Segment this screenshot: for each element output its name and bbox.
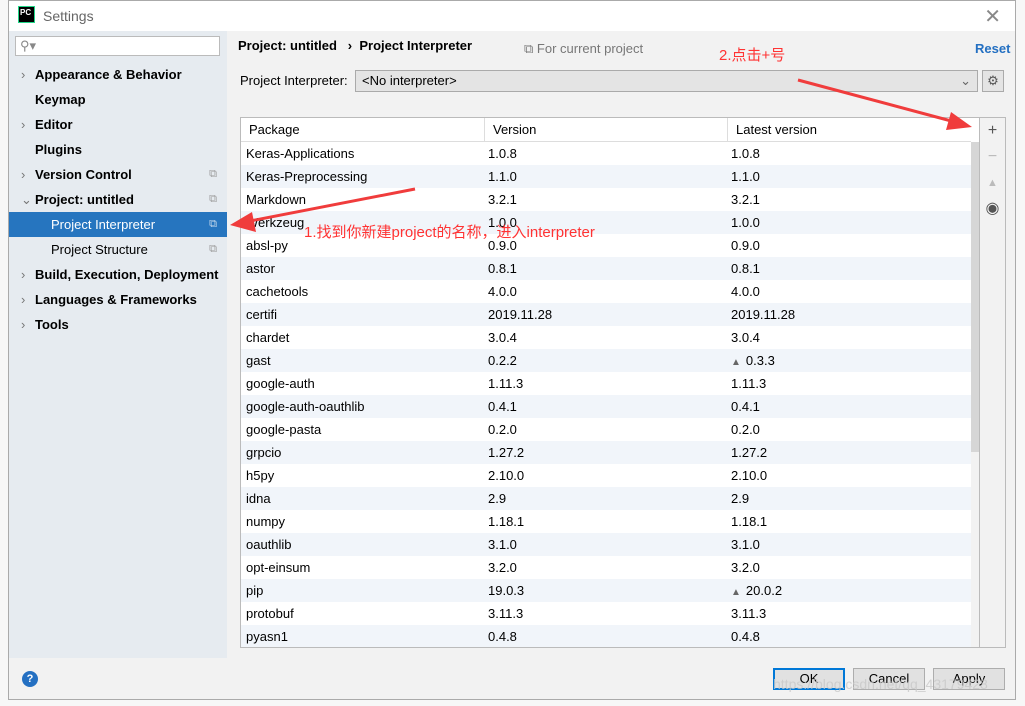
arrow-1-head xyxy=(230,212,256,232)
annotation-arrows xyxy=(230,78,972,232)
arrow-2 xyxy=(797,78,956,124)
watermark: https://blog.csdn.net/qq_43179428 xyxy=(773,676,988,692)
annotation-step1: 1.找到你新建project的名称，进入interpreter xyxy=(304,224,595,241)
annotation-step2: 2.点击+号 xyxy=(719,47,786,64)
arrow-1 xyxy=(244,187,416,224)
arrow-2-head xyxy=(946,112,972,130)
